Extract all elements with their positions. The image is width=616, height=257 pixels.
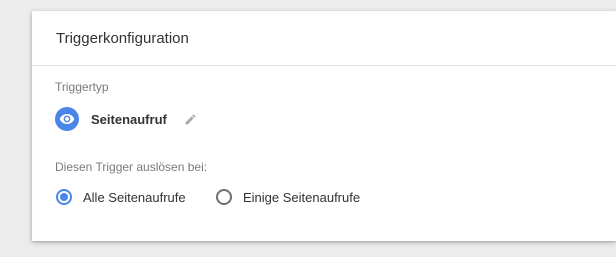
radio-checked-icon[interactable] bbox=[56, 189, 72, 205]
trigger-type-name: Seitenaufruf bbox=[91, 111, 167, 127]
radio-unchecked-icon[interactable] bbox=[216, 189, 232, 205]
radio-some-page-views[interactable]: Einige Seitenaufrufe bbox=[216, 187, 360, 207]
radio-all-page-views[interactable]: Alle Seitenaufrufe bbox=[56, 187, 186, 207]
radio-some-label: Einige Seitenaufrufe bbox=[243, 189, 361, 205]
pencil-icon[interactable] bbox=[184, 112, 198, 126]
trigger-type-selector[interactable]: Seitenaufruf bbox=[55, 107, 198, 131]
card-title: Triggerkonfiguration bbox=[56, 30, 189, 47]
radio-all-label: Alle Seitenaufrufe bbox=[83, 189, 186, 205]
title-divider bbox=[32, 65, 616, 66]
trigger-type-label: Triggertyp bbox=[55, 80, 109, 94]
eye-icon bbox=[55, 107, 79, 131]
fire-on-label: Diesen Trigger auslösen bei: bbox=[55, 160, 208, 174]
trigger-configuration-card: Triggerkonfiguration Triggertyp Seitenau… bbox=[32, 11, 616, 241]
